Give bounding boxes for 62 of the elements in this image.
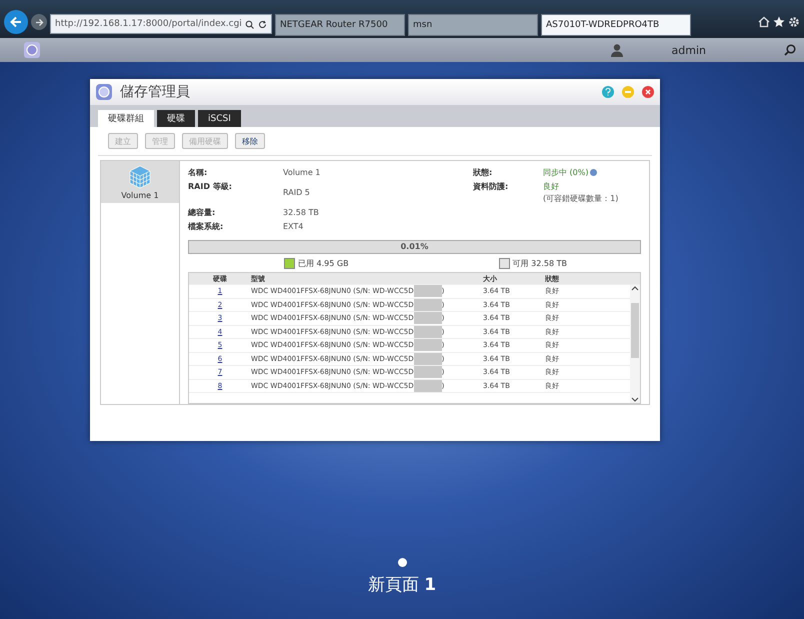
field-value: EXT4 xyxy=(283,221,304,232)
field-value: 32.58 TB xyxy=(283,207,320,218)
search-icon[interactable] xyxy=(245,20,254,28)
search-icon[interactable] xyxy=(784,44,796,56)
arrow-right-icon xyxy=(34,18,44,26)
settings-icon[interactable] xyxy=(788,16,800,28)
app-icon xyxy=(96,84,112,100)
usage-percent: 0.01% xyxy=(400,241,430,253)
free-label: 可用 32.58 TB xyxy=(512,258,567,269)
tab[interactable]: 硬碟 xyxy=(157,110,195,127)
status-value: 良好 xyxy=(543,181,560,192)
used-swatch xyxy=(284,258,295,269)
field-label: 名稱: xyxy=(188,167,208,178)
info-icon[interactable] xyxy=(590,169,598,176)
star-icon[interactable] xyxy=(773,16,785,28)
minimize-icon xyxy=(625,91,631,93)
blurred-block xyxy=(414,352,442,365)
blurred-block xyxy=(414,380,442,392)
blurred-block xyxy=(414,285,442,298)
field-value: Volume 1 xyxy=(283,167,322,178)
blurred-block xyxy=(414,366,442,378)
browser-tab[interactable]: AS7010T-WDREDPRO4TB xyxy=(541,14,691,36)
cube-icon xyxy=(128,164,152,188)
forward-button[interactable] xyxy=(31,14,47,30)
home-icon[interactable] xyxy=(758,16,770,28)
page-label: 新頁面 1 xyxy=(368,574,436,596)
user-icon[interactable] xyxy=(610,43,624,57)
close-icon xyxy=(645,89,651,95)
field-label: RAID 等級: xyxy=(188,181,233,193)
help-button[interactable] xyxy=(602,86,614,98)
status-value: 同步中 (0%) xyxy=(543,167,641,178)
page-dot[interactable] xyxy=(398,558,406,567)
blurred-block xyxy=(414,312,442,324)
toolbar-button[interactable]: 移除 xyxy=(235,133,265,149)
help-icon xyxy=(605,88,611,96)
blurred-block xyxy=(414,326,442,338)
used-label: 已用 4.95 GB xyxy=(298,258,349,269)
field-label: 檔案系統: xyxy=(188,221,224,232)
window-title: 儲存管理員 xyxy=(120,83,191,101)
fault-tolerance-note: (可容錯硬碟數量：1) xyxy=(543,193,620,204)
field-value: RAID 5 xyxy=(283,187,311,199)
refresh-icon[interactable] xyxy=(258,20,267,28)
blurred-block xyxy=(414,298,442,311)
close-button[interactable] xyxy=(642,86,654,98)
address-bar[interactable]: http://192.168.1.17:8000/portal/index.cgi xyxy=(50,14,272,34)
tab[interactable]: iSCSI xyxy=(198,110,241,127)
browser-tab[interactable]: msn xyxy=(408,14,538,36)
field-label: 狀態: xyxy=(473,167,494,178)
volume-item[interactable]: Volume 1 xyxy=(101,161,179,203)
back-button[interactable] xyxy=(4,10,28,34)
free-swatch xyxy=(498,258,510,269)
blurred-block xyxy=(414,339,442,352)
user-name: admin xyxy=(672,44,706,56)
chevron-down-icon[interactable] xyxy=(631,397,639,403)
field-label: 總容量: xyxy=(188,207,216,218)
arrow-left-icon xyxy=(9,15,23,29)
scrollbar[interactable] xyxy=(630,285,640,403)
tab[interactable]: 硬碟群組 xyxy=(98,110,154,127)
browser-tab[interactable]: NETGEAR Router R7500 xyxy=(275,14,405,36)
field-label: 資料防護: xyxy=(473,181,510,193)
chevron-up-icon[interactable] xyxy=(631,285,639,291)
app-icon[interactable] xyxy=(24,42,40,58)
